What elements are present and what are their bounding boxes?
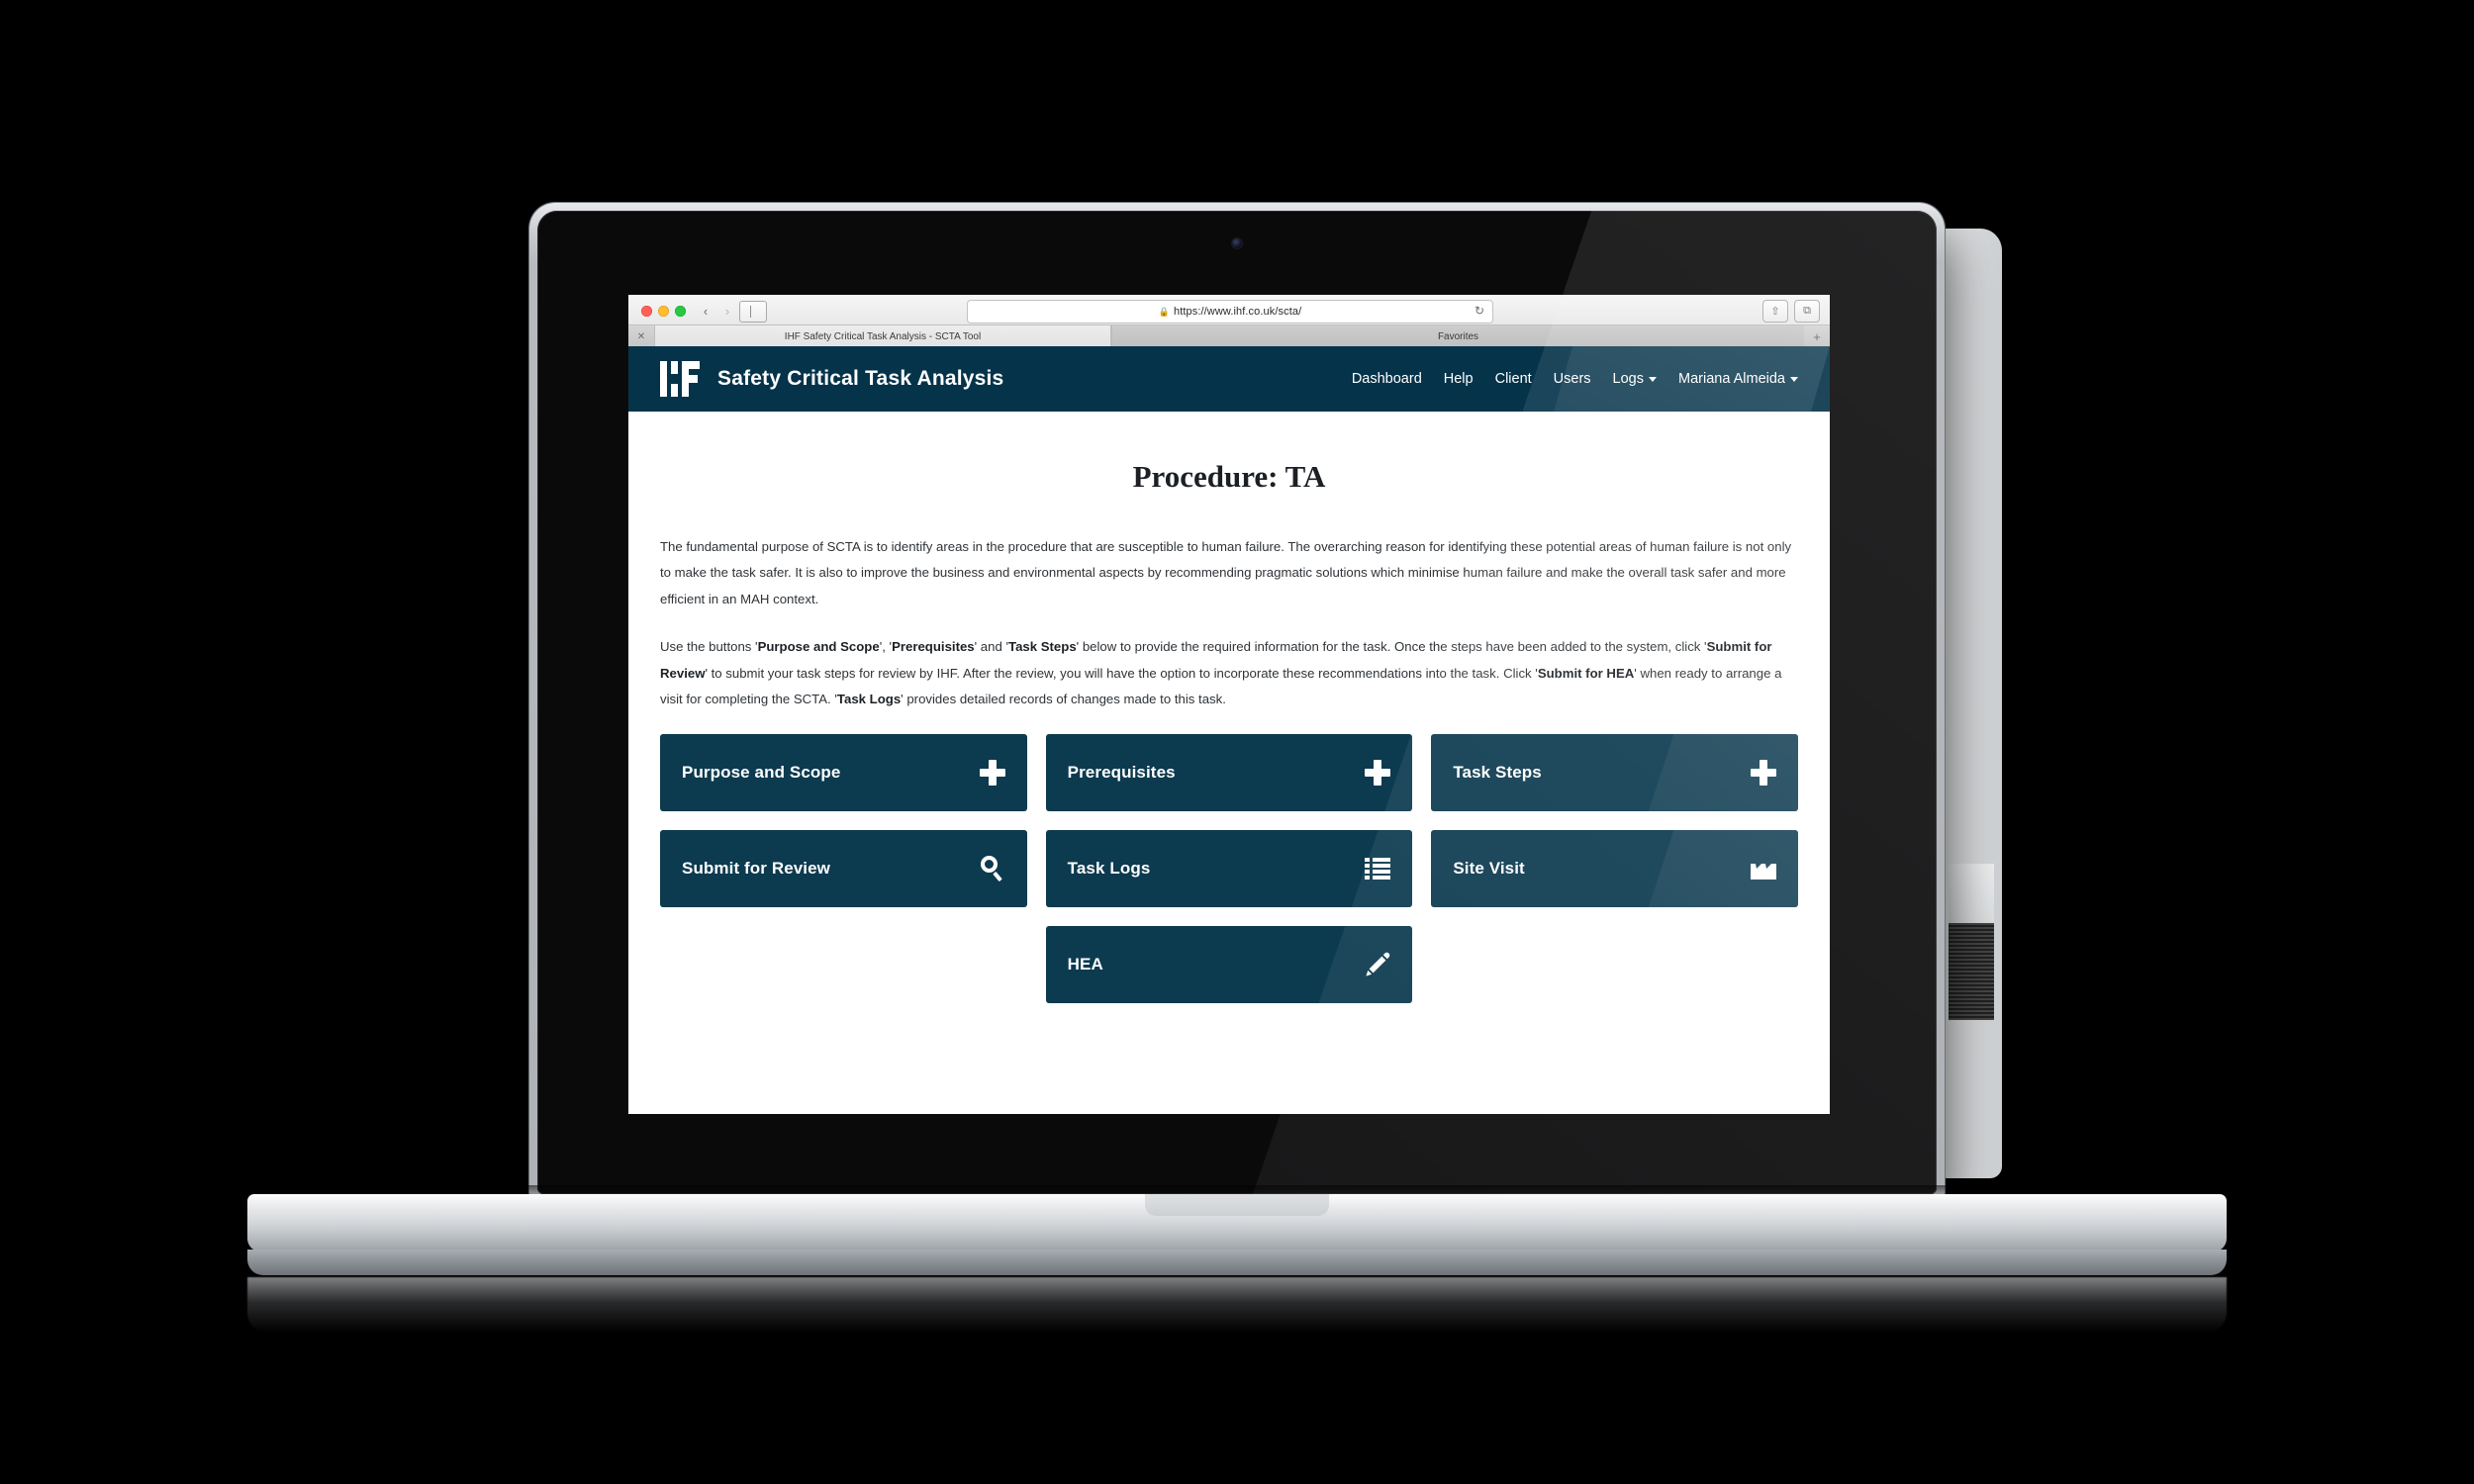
instructions-paragraph: Use the buttons 'Purpose and Scope', 'Pr… xyxy=(660,634,1798,712)
inline-emphasis: Task Logs xyxy=(836,692,902,707)
tile-hea[interactable]: HEA xyxy=(1045,926,1413,1004)
inline-emphasis: Purpose and Scope xyxy=(757,639,880,655)
lock-icon: 🔒 xyxy=(1158,306,1170,317)
webcam-icon xyxy=(1232,238,1242,248)
nav-item-client[interactable]: Client xyxy=(1495,371,1532,387)
tile-label: Submit for Review xyxy=(682,859,831,879)
inline-emphasis: Submit for HEA xyxy=(1537,665,1635,681)
search-icon xyxy=(980,856,1005,881)
tile-submit-for-review[interactable]: Submit for Review xyxy=(660,830,1027,908)
nav-item-users[interactable]: Users xyxy=(1554,371,1591,387)
browser-window: ‹ › 🔒 https://www.ihf.co.uk/scta/ ↻ ⇧ ⧉ xyxy=(628,295,1830,1114)
forward-icon[interactable]: › xyxy=(717,301,737,321)
nav-item-help[interactable]: Help xyxy=(1444,371,1474,387)
ihf-logo-icon xyxy=(660,361,700,397)
brand-title: Safety Critical Task Analysis xyxy=(717,367,1004,390)
tile-label: HEA xyxy=(1067,955,1103,974)
page-title: Procedure: TA xyxy=(1132,459,1326,494)
page-content: Procedure: TA The fundamental purpose of… xyxy=(628,459,1830,1004)
screenshot-stage: ‹ › 🔒 https://www.ihf.co.uk/scta/ ↻ ⇧ ⧉ xyxy=(0,0,2474,1484)
show-tabs-icon[interactable]: ⧉ xyxy=(1794,300,1820,323)
nav-label: Client xyxy=(1494,371,1532,387)
inline-emphasis: Prerequisites xyxy=(892,639,975,655)
browser-tab-bar: ✕ IHF Safety Critical Task Analysis - SC… xyxy=(628,325,1830,347)
tile-placeholder-left xyxy=(660,926,1027,1003)
tile-label: Task Steps xyxy=(1453,763,1542,783)
browser-toolbar-right: ⇧ ⧉ xyxy=(1762,300,1820,323)
address-bar[interactable]: 🔒 https://www.ihf.co.uk/scta/ ↻ xyxy=(967,300,1493,324)
inline-text: ' below to provide the required informat… xyxy=(1076,639,1707,655)
back-icon[interactable]: ‹ xyxy=(696,301,715,321)
inline-text: ', ' xyxy=(879,639,893,655)
laptop-reflection xyxy=(247,1277,2227,1333)
laptop-mockup: ‹ › 🔒 https://www.ihf.co.uk/scta/ ↻ ⇧ ⧉ xyxy=(247,203,2227,1333)
intro-paragraph: The fundamental purpose of SCTA is to id… xyxy=(660,539,1792,606)
sidebar-toggle-icon[interactable] xyxy=(739,301,767,323)
share-icon[interactable]: ⇧ xyxy=(1762,300,1788,323)
inline-text: ' provides detailed records of changes m… xyxy=(901,692,1226,707)
close-tab-icon[interactable]: ✕ xyxy=(628,325,654,347)
web-page: Safety Critical Task Analysis Dashboard … xyxy=(628,346,1830,1114)
inline-text: ' to submit your task steps for review b… xyxy=(705,665,1538,681)
laptop-side-port xyxy=(1949,864,1994,923)
inline-emphasis: Task Steps xyxy=(1008,639,1077,655)
app-header: Safety Critical Task Analysis Dashboard … xyxy=(628,346,1830,412)
nav-label: Dashboard xyxy=(1351,371,1422,387)
nav-item-logs[interactable]: Logs xyxy=(1613,371,1657,387)
nav-label: Help xyxy=(1443,371,1474,387)
chevron-down-icon xyxy=(1649,376,1657,382)
new-tab-icon[interactable]: + xyxy=(1804,325,1830,347)
plus-icon xyxy=(1750,760,1776,787)
inline-text: Use the buttons ' xyxy=(660,639,758,655)
pencil-icon xyxy=(1365,952,1390,977)
laptop-base-notch xyxy=(1145,1194,1329,1216)
tile-label: Task Logs xyxy=(1067,859,1151,879)
tile-site-visit[interactable]: Site Visit xyxy=(1431,830,1798,908)
tile-label: Purpose and Scope xyxy=(682,763,841,783)
tile-placeholder-right xyxy=(1431,926,1798,1003)
action-tile-grid: Purpose and Scope Prerequisites Task Ste… xyxy=(660,734,1798,1004)
laptop-side-edge xyxy=(1939,229,2002,1178)
tile-prerequisites[interactable]: Prerequisites xyxy=(1045,734,1413,812)
list-icon xyxy=(1365,858,1391,881)
tile-task-logs[interactable]: Task Logs xyxy=(1045,830,1413,908)
minimize-window-button[interactable] xyxy=(658,306,669,317)
tile-label: Site Visit xyxy=(1453,859,1525,879)
tile-task-steps[interactable]: Task Steps xyxy=(1431,734,1798,812)
nav-label: Logs xyxy=(1612,371,1644,387)
tile-purpose-and-scope[interactable]: Purpose and Scope xyxy=(660,734,1027,812)
laptop-base-lip xyxy=(247,1250,2227,1275)
browser-tab-favorites[interactable]: Favorites xyxy=(1111,325,1804,347)
tile-label: Prerequisites xyxy=(1067,763,1176,783)
browser-tab-active[interactable]: IHF Safety Critical Task Analysis - SCTA… xyxy=(654,325,1111,347)
factory-icon xyxy=(1750,858,1776,881)
browser-nav-buttons: ‹ › xyxy=(696,301,737,321)
plus-icon xyxy=(1365,760,1391,787)
nav-item-dashboard[interactable]: Dashboard xyxy=(1352,371,1422,387)
chevron-down-icon xyxy=(1790,376,1798,382)
laptop-side-speaker-grill xyxy=(1949,923,1994,1020)
main-nav: Dashboard Help Client Users Logs Mariana… xyxy=(1352,371,1798,387)
nav-label: Mariana Almeida xyxy=(1678,371,1785,387)
plus-icon xyxy=(979,760,1005,787)
nav-item-user-menu[interactable]: Mariana Almeida xyxy=(1678,371,1798,387)
close-window-button[interactable] xyxy=(641,306,652,317)
laptop-lid: ‹ › 🔒 https://www.ihf.co.uk/scta/ ↻ ⇧ ⧉ xyxy=(529,203,1945,1202)
brand[interactable]: Safety Critical Task Analysis xyxy=(660,361,1003,397)
address-bar-url: https://www.ihf.co.uk/scta/ xyxy=(1173,306,1302,318)
inline-text: ' and ' xyxy=(974,639,1008,655)
maximize-window-button[interactable] xyxy=(675,306,686,317)
reload-icon[interactable]: ↻ xyxy=(1475,304,1484,318)
nav-label: Users xyxy=(1553,371,1591,387)
